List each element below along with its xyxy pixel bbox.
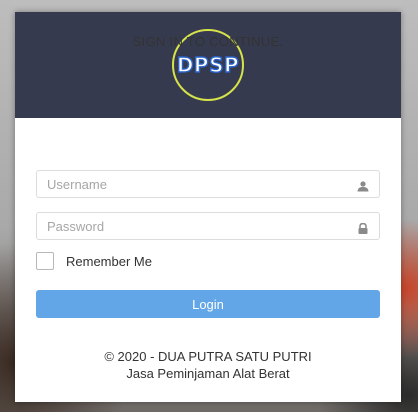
card-header: DPSP	[15, 12, 401, 118]
remember-label[interactable]: Remember Me	[66, 254, 152, 269]
lock-icon	[357, 221, 369, 239]
user-icon	[357, 179, 369, 197]
password-input[interactable]	[37, 213, 347, 239]
password-field[interactable]	[36, 212, 380, 240]
username-input[interactable]	[37, 171, 347, 197]
login-button[interactable]: Login	[36, 290, 380, 318]
logo-text: DPSP	[176, 52, 240, 77]
footer-tagline: Jasa Peminjaman Alat Berat	[126, 366, 290, 381]
username-field[interactable]	[36, 170, 380, 198]
login-card: DPSP SIGN IN TO CONTINUE. Remember Me Lo…	[15, 12, 401, 402]
remember-row: Remember Me	[36, 252, 152, 270]
signin-title: SIGN IN TO CONTINUE.	[132, 34, 284, 49]
footer-copyright: © 2020 - DUA PUTRA SATU PUTRI	[104, 349, 312, 364]
footer: © 2020 - DUA PUTRA SATU PUTRI Jasa Pemin…	[15, 348, 401, 382]
remember-checkbox[interactable]	[36, 252, 54, 270]
